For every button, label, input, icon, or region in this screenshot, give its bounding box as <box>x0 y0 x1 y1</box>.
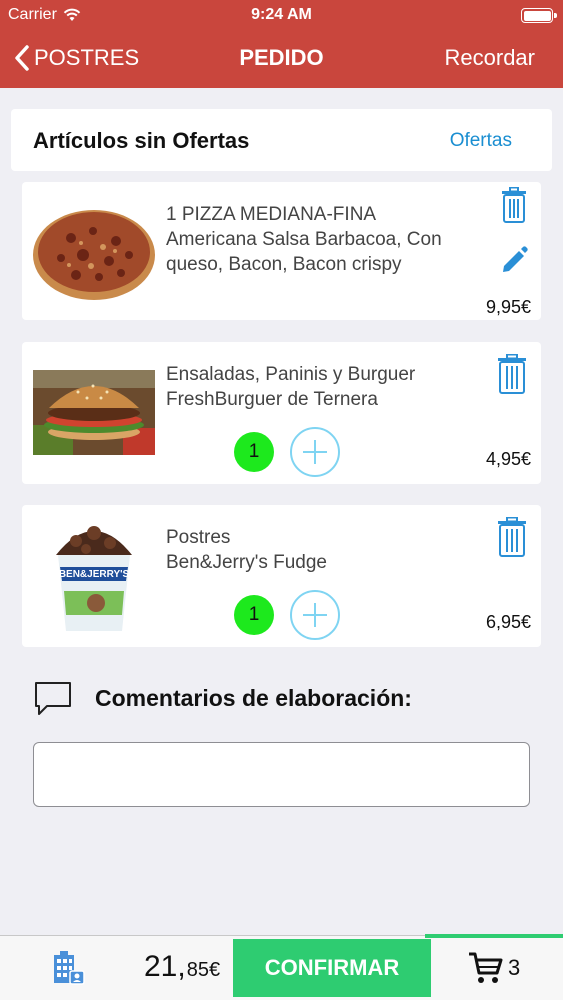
order-item: 1 PIZZA MEDIANA-FINA Americana Salsa Bar… <box>22 182 541 320</box>
section-title: Artículos sin Ofertas <box>33 128 250 153</box>
trash-icon[interactable] <box>501 187 527 223</box>
total-integer: 21, <box>144 950 186 983</box>
speech-bubble-icon <box>35 682 71 715</box>
cart-icon <box>469 952 503 983</box>
status-bar: Carrier 9:24 AM <box>0 0 563 30</box>
item-price: 4,95€ <box>485 449 531 469</box>
item-category: 1 PIZZA MEDIANA-FINA <box>166 204 377 225</box>
cart-count: 3 <box>508 955 521 980</box>
progress-accent <box>425 934 563 938</box>
remember-button[interactable]: Recordar <box>445 45 535 71</box>
item-details: queso, Bacon, Bacon crispy <box>166 254 402 275</box>
comments-header: Comentarios de elaboración: <box>33 680 412 716</box>
offers-link[interactable]: Ofertas <box>450 130 512 152</box>
quantity-badge: 1 <box>234 595 274 635</box>
add-quantity-button[interactable] <box>290 590 340 640</box>
trash-icon[interactable] <box>497 354 527 394</box>
pizza-image <box>33 210 155 300</box>
chevron-left-icon <box>15 45 29 71</box>
tub-brand-label: BEN&JERRY'S <box>59 569 130 580</box>
clock: 9:24 AM <box>251 6 312 23</box>
comments-label: Comentarios de elaboración: <box>95 684 412 711</box>
ice-cream-tub-image: BEN&JERRY'S <box>56 526 132 631</box>
item-category: Ensaladas, Paninis y Burguer <box>166 364 416 385</box>
cart-button[interactable]: 3 <box>468 951 520 985</box>
comments-input[interactable] <box>33 742 530 807</box>
total-decimal: 85€ <box>186 959 221 981</box>
order-item: BEN&JERRY'S Postres Ben&Jerry's Fudge 1 … <box>22 505 541 647</box>
item-name: Americana Salsa Barbacoa, Con <box>166 229 442 250</box>
order-total: 21, 85€ <box>144 950 220 984</box>
item-name: Ben&Jerry's Fudge <box>166 552 327 573</box>
item-price: 6,95€ <box>485 612 531 632</box>
item-description: Postres Ben&Jerry's Fudge <box>166 525 476 575</box>
trash-icon[interactable] <box>497 517 527 557</box>
add-quantity-button[interactable] <box>290 427 340 477</box>
item-category: Postres <box>166 527 231 548</box>
back-button[interactable]: POSTRES <box>14 44 139 72</box>
confirm-button[interactable]: CONFIRMAR <box>233 939 431 997</box>
quantity-badge: 1 <box>234 432 274 472</box>
item-description: 1 PIZZA MEDIANA-FINA Americana Salsa Bar… <box>166 202 476 277</box>
pencil-icon[interactable] <box>500 244 530 274</box>
item-price: 9,95€ <box>485 297 531 317</box>
item-description: Ensaladas, Paninis y Burguer FreshBurgue… <box>166 362 476 412</box>
building-icon[interactable] <box>50 949 86 985</box>
battery-icon <box>521 8 557 23</box>
plus-icon <box>303 440 327 464</box>
back-label: POSTRES <box>34 45 140 70</box>
bottom-bar: 21, 85€ CONFIRMAR 3 <box>0 934 563 1000</box>
order-item: Ensaladas, Paninis y Burguer FreshBurgue… <box>22 342 541 484</box>
item-name: FreshBurguer de Ternera <box>166 389 378 410</box>
section-header: Artículos sin Ofertas Ofertas <box>11 109 552 171</box>
burger-image <box>33 370 155 455</box>
plus-icon <box>303 603 327 627</box>
navigation-bar: POSTRES PEDIDO Recordar <box>0 30 563 88</box>
